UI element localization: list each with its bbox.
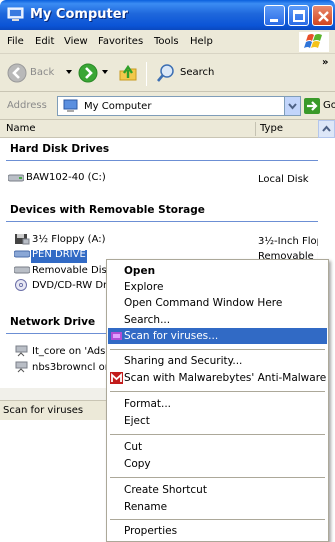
- back-arrow-icon[interactable]: [7, 63, 27, 83]
- menu-view[interactable]: View: [64, 36, 88, 47]
- ctx-create-shortcut[interactable]: Create Shortcut: [108, 482, 327, 498]
- address-dropdown[interactable]: [284, 97, 300, 115]
- minimize-icon: [270, 19, 278, 22]
- network-drive-icon: [15, 361, 28, 373]
- close-icon: [318, 11, 329, 22]
- chevron-down-icon: [288, 103, 297, 110]
- my-computer-icon: [7, 7, 24, 21]
- list-header: Name Type: [0, 120, 335, 138]
- drive-type: 3½-Inch Flop: [258, 236, 318, 247]
- menu-edit[interactable]: Edit: [35, 36, 54, 47]
- network-drive-icon: [15, 345, 28, 357]
- address-field[interactable]: My Computer: [57, 96, 301, 116]
- ctx-eject[interactable]: Eject: [108, 413, 327, 429]
- column-header-name[interactable]: Name: [6, 123, 36, 134]
- drive-item-c[interactable]: BAW102-40 (C:): [8, 171, 106, 183]
- drive-name: DVD/CD-RW Dr: [32, 280, 108, 291]
- floppy-drive-icon: [15, 234, 30, 245]
- ctx-scan-malwarebytes[interactable]: Scan with Malwarebytes' Anti-Malware: [108, 370, 327, 386]
- ctx-open[interactable]: Open: [108, 263, 327, 279]
- group-header-hard-disks: Hard Disk Drives: [10, 143, 110, 155]
- ctx-format[interactable]: Format...: [108, 396, 327, 412]
- drive-item-dvd[interactable]: DVD/CD-RW Dr: [14, 279, 107, 291]
- drive-item-floppy[interactable]: 3½ Floppy (A:): [14, 233, 106, 245]
- close-button[interactable]: [312, 5, 333, 26]
- menu-tools[interactable]: Tools: [154, 36, 179, 47]
- group-divider: [6, 221, 318, 222]
- ctx-label: Scan for viruses...: [124, 330, 219, 342]
- drive-name: Removable Disk: [32, 265, 113, 276]
- address-label: Address: [7, 100, 47, 111]
- ctx-rename[interactable]: Rename: [108, 499, 327, 515]
- forward-arrow-icon[interactable]: [78, 63, 98, 83]
- cd-drive-icon: [15, 279, 27, 291]
- antivirus-icon: [111, 332, 122, 340]
- ctx-separator: [110, 349, 325, 350]
- menu-file[interactable]: File: [7, 36, 24, 47]
- ctx-separator: [110, 477, 325, 478]
- chevron-up-icon: [322, 125, 331, 132]
- go-label[interactable]: Go: [323, 100, 335, 111]
- ctx-label: Scan with Malwarebytes' Anti-Malware: [124, 372, 327, 384]
- search-icon[interactable]: [156, 63, 176, 83]
- ctx-explore[interactable]: Explore: [108, 279, 327, 295]
- column-header-type[interactable]: Type: [260, 123, 283, 134]
- scroll-up-button[interactable]: [318, 120, 335, 138]
- ctx-open-command-window[interactable]: Open Command Window Here: [108, 295, 327, 311]
- context-menu: Open Explore Open Command Window Here Se…: [106, 259, 329, 542]
- group-divider: [6, 160, 318, 161]
- network-drive-item[interactable]: It_core on 'Ads: [14, 345, 105, 357]
- ctx-separator: [110, 391, 325, 392]
- ctx-sharing-security[interactable]: Sharing and Security...: [108, 353, 327, 369]
- toolbar-separator: [146, 62, 147, 86]
- ctx-separator: [110, 434, 325, 435]
- menu-bar: File Edit View Favorites Tools Help: [0, 30, 335, 54]
- drive-name: PEN DRIVE (D:): [32, 249, 108, 260]
- go-button[interactable]: [304, 98, 320, 114]
- ctx-search[interactable]: Search...: [108, 312, 327, 328]
- ctx-cut[interactable]: Cut: [108, 439, 327, 455]
- menu-favorites[interactable]: Favorites: [98, 36, 143, 47]
- network-drive-item[interactable]: nbs3browncl on: [14, 361, 111, 373]
- status-bar: Scan for viruses: [0, 400, 106, 420]
- drive-name: 3½ Floppy (A:): [32, 234, 106, 245]
- window-title: My Computer: [30, 7, 128, 22]
- ctx-separator: [110, 519, 325, 520]
- drive-name: It_core on 'Ads: [32, 346, 106, 357]
- title-bar[interactable]: My Computer: [0, 0, 335, 30]
- ctx-scan-for-viruses[interactable]: Scan for viruses...: [108, 328, 327, 344]
- group-header-network: Network Drive: [10, 316, 96, 328]
- maximize-icon: [293, 10, 305, 22]
- toolbar: Back Search »: [0, 54, 335, 92]
- back-dropdown-icon[interactable]: [66, 70, 72, 74]
- up-folder-icon[interactable]: [118, 63, 138, 83]
- menu-help[interactable]: Help: [190, 36, 213, 47]
- hard-disk-icon: [8, 174, 24, 182]
- forward-dropdown-icon[interactable]: [102, 70, 108, 74]
- ctx-copy[interactable]: Copy: [108, 456, 327, 472]
- back-button[interactable]: Back: [30, 67, 54, 78]
- drive-name: BAW102-40 (C:): [26, 172, 106, 183]
- malwarebytes-icon: [110, 372, 123, 384]
- search-button[interactable]: Search: [180, 67, 214, 78]
- go-arrow-icon: [307, 101, 318, 111]
- ctx-properties[interactable]: Properties: [108, 523, 327, 539]
- windows-logo-icon: [299, 32, 329, 52]
- horizontal-scrollbar[interactable]: [0, 388, 106, 400]
- drive-item-pen-drive[interactable]: PEN DRIVE (D:): [14, 248, 108, 260]
- maximize-button[interactable]: [288, 5, 309, 26]
- removable-disk-icon: [14, 250, 30, 258]
- toolbar-overflow-button[interactable]: »: [322, 57, 328, 68]
- address-bar: Address My Computer Go: [0, 92, 335, 120]
- group-header-removable: Devices with Removable Storage: [10, 204, 205, 216]
- drive-name: nbs3browncl on: [32, 362, 112, 373]
- address-value: My Computer: [84, 101, 152, 112]
- drive-item-removable-disk[interactable]: Removable Disk: [14, 264, 113, 276]
- my-computer-icon: [63, 99, 78, 112]
- removable-disk-icon: [14, 266, 30, 274]
- minimize-button[interactable]: [264, 5, 285, 26]
- column-divider[interactable]: [255, 122, 256, 136]
- my-computer-window: My Computer File Edit View Favorites Too…: [0, 0, 335, 542]
- drive-type: Local Disk: [258, 174, 309, 185]
